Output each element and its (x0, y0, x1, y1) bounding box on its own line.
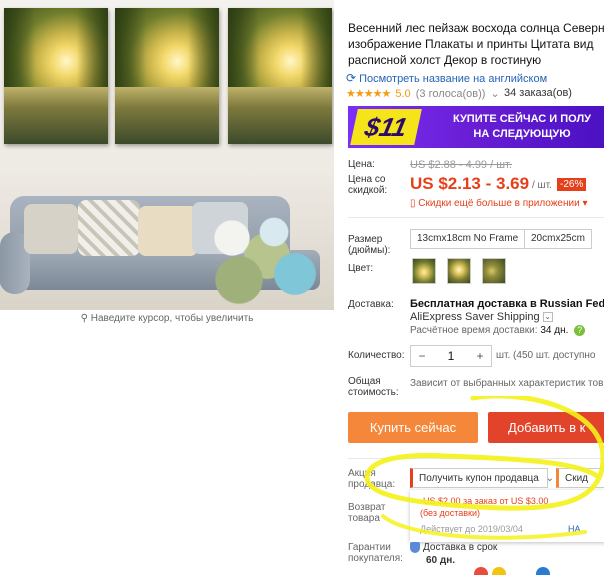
canvas-panel-center (115, 8, 219, 144)
delivery-time: Расчётное время доставки: 34 дн. ? (410, 325, 586, 336)
zoom-hint-text: Наведите курсор, чтобы увеличить (90, 313, 254, 324)
coupon-get-link[interactable]: НА (568, 524, 581, 534)
magnifier-icon: ⚲ (80, 313, 88, 324)
promo-banner[interactable]: $11 КУПИТЕ СЕЙЧАС И ПОЛУ НА СЛЕДУЮЩУЮ (348, 106, 604, 148)
zoom-hint: ⚲ Наведите курсор, чтобы увеличить (0, 313, 334, 324)
canvas-panel-left (4, 8, 108, 144)
coupon-terms: -US $2.00 за заказ от US $3.00 (420, 496, 549, 506)
rating-votes: (3 голоса(ов)) (415, 88, 486, 100)
promo-text-line1: КУПИТЕ СЕЙЧАС И ПОЛУ (452, 113, 592, 125)
returns-label: Возврат товара (348, 502, 386, 524)
shield-icon (410, 542, 420, 553)
payment-icon (536, 567, 550, 575)
size-label: Размер (дюймы): (348, 234, 390, 256)
phone-icon: ▯ (410, 198, 416, 209)
quantity-stepper[interactable]: − 1 + (410, 345, 492, 367)
help-icon[interactable]: ? (574, 325, 586, 336)
pillow (138, 206, 198, 256)
payment-icon (474, 567, 488, 575)
add-to-cart-button[interactable]: Добавить в к (488, 412, 604, 443)
total-label-line1: Общая (348, 376, 381, 387)
promo-text-line2: НА СЛЕДУЮЩУЮ (473, 128, 571, 140)
quantity-decrease-button[interactable]: − (411, 346, 433, 366)
price-unit: / шт. (532, 180, 552, 191)
price-label: Цена: (348, 159, 375, 170)
current-price: US $2.13 - 3.69 (410, 174, 530, 193)
shipping-method-name: AliExpress Saver Shipping (410, 311, 540, 323)
old-price: US $2.88 - 4.99 / шт. (410, 159, 512, 171)
seller-promo-label-line2: продавца: (348, 479, 396, 490)
quantity-available: шт. (450 шт. доступно (496, 350, 596, 361)
app-promo-text: Скидки ещё больше в приложении (418, 198, 580, 209)
guarantee-label-line1: Гарантии (348, 542, 391, 553)
chevron-down-icon: ⌄ (542, 312, 553, 323)
shipping-method[interactable]: AliExpress Saver Shipping ⌄ (410, 311, 553, 323)
delivery-time-value: 34 дн. (540, 325, 569, 336)
app-promo-link[interactable]: ▯ Скидки ещё больше в приложении ▾ (410, 198, 587, 209)
rating[interactable]: ★★★★★ 5.0 (3 голоса(ов)) ⌄ (346, 87, 500, 100)
returns-label-line2: товара (348, 513, 380, 524)
seller-promo-label: Акция продавца: (348, 468, 395, 490)
size-option-2[interactable]: 20cmx25cm (524, 229, 592, 249)
coupon-validity: Действует до 2019/03/04 (420, 524, 523, 534)
total-note: Зависит от выбранных характеристик тов (410, 378, 604, 389)
color-label: Цвет: (348, 263, 374, 274)
product-image[interactable] (0, 0, 334, 310)
color-swatch-3[interactable] (482, 258, 506, 284)
guarantee-days: 60 дн. (426, 555, 456, 566)
translate-link-text: Посмотреть название на английском (359, 73, 548, 85)
product-title: Весенний лес пейзаж восхода солнца Север… (348, 21, 604, 67)
chevron-down-icon: ▾ (582, 198, 588, 209)
payment-icon (492, 567, 506, 575)
color-swatch-1[interactable] (412, 258, 436, 284)
total-label: Общая стоимость: (348, 376, 399, 398)
product-info: Весенний лес пейзаж восхода солнца Север… (346, 0, 604, 575)
guarantee-label: Гарантии покупателя: (348, 542, 403, 564)
promo-text: КУПИТЕ СЕЙЧАС И ПОЛУ НА СЛЕДУЮЩУЮ (432, 112, 604, 142)
coupon-dropdown: -US $2.00 за заказ от US $3.00 (без дост… (410, 490, 604, 542)
quantity-increase-button[interactable]: + (469, 346, 491, 366)
delivery-time-label: Расчётное время доставки: (410, 325, 538, 336)
promo-amount: $11 (350, 109, 422, 145)
get-coupon-label: Получить купон продавца (419, 473, 539, 484)
divider (348, 458, 604, 459)
flower-bouquet (190, 190, 330, 310)
size-label-line1: Размер (348, 234, 383, 245)
discount-price-label: Цена со скидкой: (348, 174, 387, 196)
divider (348, 217, 604, 218)
coupon-terms-note: (без доставки) (420, 508, 481, 518)
discount-price-label-line1: Цена со (348, 174, 386, 185)
seller-promo-label-line1: Акция (348, 468, 376, 479)
pillow (78, 200, 140, 256)
buy-now-button[interactable]: Купить сейчас (348, 412, 478, 443)
quantity-input[interactable]: 1 (433, 346, 469, 366)
discount-button[interactable]: Скид (556, 468, 604, 488)
chevron-down-icon: ⌄ (545, 473, 554, 484)
star-rating-icon: ★★★★★ (346, 88, 391, 100)
returns-label-line1: Возврат (348, 502, 386, 513)
translate-icon: ⟳ (346, 71, 357, 85)
shipping-label: Доставка: (348, 299, 394, 310)
guarantee-delivery: Доставка в срок (410, 542, 497, 553)
rating-score: 5.0 (395, 88, 411, 100)
size-option-1[interactable]: 13cmx18cm No Frame (410, 229, 526, 249)
discount-price-label-line2: скидкой: (348, 185, 388, 196)
pillow (24, 204, 78, 254)
shipping-destination: Бесплатная доставка в Russian Federa (410, 298, 604, 310)
chevron-down-icon: ⌄ (490, 88, 500, 100)
orders-count: 34 заказа(ов) (504, 87, 572, 99)
discount-badge: -26% (557, 178, 587, 191)
translate-link[interactable]: ⟳ Посмотреть название на английском (346, 71, 547, 85)
canvas-panel-right (228, 8, 332, 144)
get-coupon-button[interactable]: Получить купон продавца ⌄ (410, 468, 554, 488)
quantity-label: Количество: (348, 350, 405, 361)
color-swatch-2[interactable] (447, 258, 471, 284)
guarantee-label-line2: покупателя: (348, 553, 403, 564)
payment-icons (466, 567, 586, 575)
guarantee-text: Доставка в срок (423, 542, 498, 554)
total-label-line2: стоимость: (348, 387, 399, 398)
size-label-line2: (дюймы): (348, 245, 391, 256)
